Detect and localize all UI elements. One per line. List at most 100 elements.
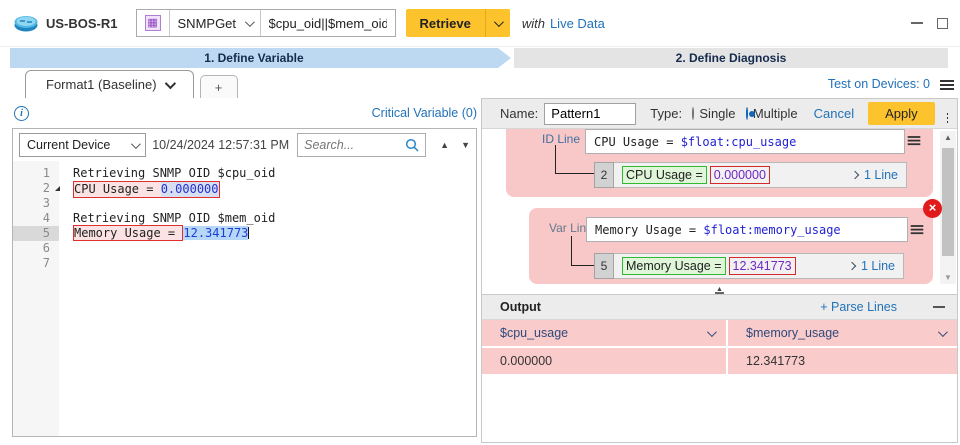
parser-type-cell[interactable]: ▦ [137,10,169,36]
code-text: Retrieving SNMP OID $mem_oid [59,211,275,226]
menu-icon[interactable] [940,80,954,82]
output-table-header: $cpu_usage $memory_usage [482,320,957,346]
scroll-up-icon[interactable]: ▲ [940,133,956,142]
matched-value: 0.000000 [710,166,770,184]
command-box: ▦ SNMPGet [136,9,396,37]
add-format-tab-button[interactable]: + [200,75,238,98]
matched-label: CPU Usage = [622,166,707,184]
match-line-number: 5 [594,253,614,279]
id-line-menu-icon[interactable] [908,136,921,138]
step-bar: 1. Define Variable 2. Define Diagnosis [10,48,948,68]
output-empty-space [482,374,957,442]
method-select[interactable]: SNMPGet [169,10,261,36]
main-area: i Critical Variable (0) Current Device 1… [0,98,960,445]
step-define-variable[interactable]: 1. Define Variable [10,48,498,68]
search-prev-button[interactable]: ▲ [440,140,449,150]
critical-variable-link[interactable]: Critical Variable (0) [372,106,477,120]
test-on-devices-link[interactable]: Test on Devices: 0 [828,77,930,91]
radio-multiple[interactable] [746,107,748,120]
var-line-expression-input[interactable]: Memory Usage = $float:memory_usage [586,217,908,242]
search-input[interactable] [304,138,405,152]
device-select-value: Current Device [27,138,110,152]
collapse-arrow-icon: ▲ [715,287,724,294]
chevron-down-icon [707,327,717,337]
line-number: 7 [13,256,59,271]
radio-multiple-label: Multiple [753,106,798,121]
line-number: 6 [13,241,59,256]
app-window: US-BOS-R1 ▦ SNMPGet Retrieve with Live D… [0,0,960,445]
delete-var-line-button[interactable]: × [923,199,942,218]
code-text [59,241,73,256]
search-icon[interactable] [405,138,419,152]
chevron-down-icon [938,327,948,337]
router-device-icon [14,15,38,32]
retrieve-button[interactable]: Retrieve [406,9,486,37]
column-header-memory-usage[interactable]: $memory_usage [728,320,957,346]
device-select[interactable]: Current Device [19,133,146,157]
code-line: 3 [13,196,476,211]
id-line-panel: ID Line CPU Usage = $float:cpu_usage 2 C… [506,129,933,197]
vertical-scrollbar[interactable]: ▲ ▼ [940,131,956,284]
pattern-header: Name: Type: Single Multiple Cancel Apply [482,99,957,129]
chevron-right-icon [851,171,859,179]
cancel-link[interactable]: Cancel [814,106,854,121]
minimize-output-icon[interactable] [933,306,945,308]
chevron-down-icon [244,17,254,27]
var-line-menu-icon[interactable] [911,225,924,227]
code-text [59,256,73,271]
cell-cpu-usage: 0.000000 [482,348,728,374]
retrieve-split-button: Retrieve [406,9,510,37]
var-line-match-highlight: Memory Usage = [73,225,183,241]
scrollbar-thumb[interactable] [942,148,954,256]
left-panel: i Critical Variable (0) Current Device 1… [0,98,481,445]
apply-button[interactable]: Apply [868,102,935,125]
parse-lines-link[interactable]: + Parse Lines [820,300,897,314]
step-define-diagnosis[interactable]: 2. Define Diagnosis [514,48,948,68]
selected-value: 12.341773 [183,226,248,240]
scroll-down-icon[interactable]: ▼ [940,273,956,282]
output-collapse-handle[interactable]: ▲ [482,287,957,294]
minimize-icon[interactable] [911,22,923,24]
format-tab-bar: Format1 (Baseline) + Test on Devices: 0 [0,68,960,98]
code-area[interactable]: 1 Retrieving SNMP OID $cpu_oid 2 CPU Usa… [13,161,476,436]
id-line-expression-input[interactable]: CPU Usage = $float:cpu_usage [585,129,905,154]
radio-single-label: Single [699,106,735,121]
parser-grid-icon: ▦ [145,15,161,31]
info-icon[interactable]: i [14,106,29,121]
code-line: 4 Retrieving SNMP OID $mem_oid [13,211,476,226]
pattern-panel: Name: Type: Single Multiple Cancel Apply… [481,98,958,443]
sample-text-editor: Current Device 10/24/2024 12:57:31 PM ▲ … [12,128,477,437]
window-controls [911,18,960,29]
radio-single[interactable] [692,107,694,120]
live-data-link[interactable]: Live Data [550,16,605,31]
connector-line [571,236,594,266]
output-header: Output + Parse Lines [482,294,957,320]
code-line: 1 Retrieving SNMP OID $cpu_oid [13,166,476,181]
output-table-row[interactable]: 0.000000 12.341773 [482,348,957,374]
chevron-down-icon [131,139,141,149]
line-number: 5 [13,226,59,241]
match-line-number: 2 [594,162,614,188]
search-next-button[interactable]: ▼ [461,140,470,150]
cell-memory-usage: 12.341773 [728,348,957,374]
tab-format1-label: Format1 (Baseline) [46,77,157,92]
left-panel-infobar: i Critical Variable (0) [0,98,481,128]
maximize-icon[interactable] [937,18,948,29]
retrieve-dropdown-button[interactable] [486,9,510,37]
line-count-toggle[interactable]: 1 Line [852,168,898,182]
oid-input[interactable] [261,10,395,36]
id-line-label: ID Line [542,132,580,146]
tab-format1-baseline[interactable]: Format1 (Baseline) [25,70,194,98]
column-header-cpu-usage[interactable]: $cpu_usage [482,320,728,346]
chevron-right-icon [848,262,856,270]
code-line: 2 CPU Usage = 0.000000 [13,181,476,196]
method-select-value: SNMPGet [178,16,237,31]
pattern-name-input[interactable] [544,103,636,125]
line-count-toggle[interactable]: 1 Line [849,259,895,273]
with-label: with [522,16,545,31]
search-box [297,133,426,157]
top-toolbar: US-BOS-R1 ▦ SNMPGet Retrieve with Live D… [0,0,960,47]
fold-marker-icon[interactable] [55,186,60,191]
id-line-match-row: 2 CPU Usage = 0.000000 1 Line [594,162,907,188]
connector-line [555,145,594,174]
